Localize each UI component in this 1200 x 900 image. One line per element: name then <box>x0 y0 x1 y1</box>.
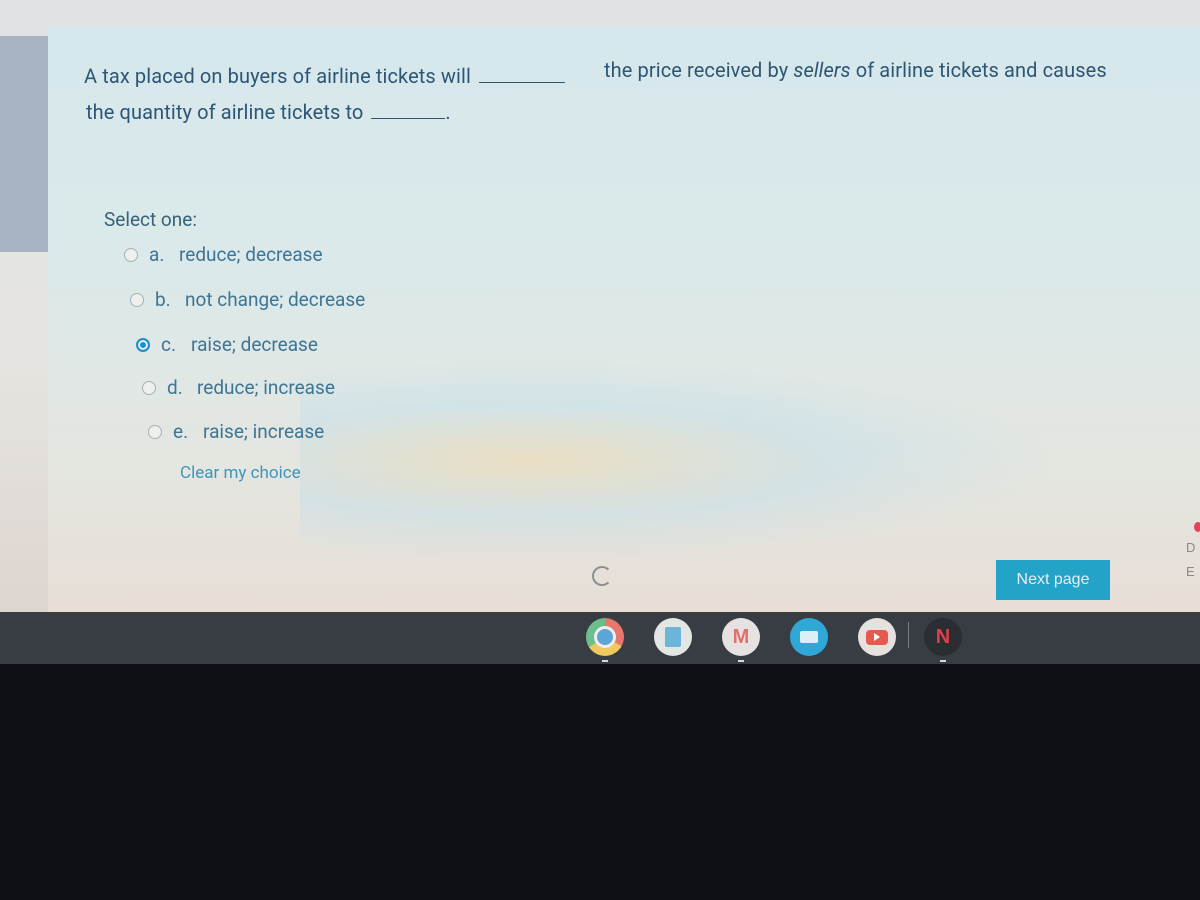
youtube-glyph <box>866 629 888 645</box>
chrome-icon[interactable] <box>586 618 624 656</box>
files-glyph <box>665 627 681 647</box>
option-a[interactable]: a. reduce; decrease <box>124 243 323 266</box>
question-text-line2: the quantity of airline tickets to <box>86 100 364 124</box>
shelf-divider <box>908 622 909 648</box>
option-c[interactable]: c. raise; decrease <box>136 333 318 356</box>
option-e[interactable]: e. raise; increase <box>148 420 324 443</box>
option-text: raise; increase <box>203 420 325 443</box>
netflix-icon[interactable]: N <box>924 618 962 656</box>
option-letter: d. <box>167 376 183 399</box>
gmail-icon[interactable]: M <box>722 618 760 656</box>
messages-icon[interactable] <box>790 618 828 656</box>
select-one-label: Select one: <box>104 208 197 231</box>
option-b[interactable]: b. not change; decrease <box>130 288 365 311</box>
loading-spinner-icon <box>592 566 612 586</box>
blank-1 <box>478 82 565 83</box>
option-text: reduce; increase <box>197 376 335 399</box>
question-emphasis: sellers <box>793 58 851 82</box>
radio-button[interactable] <box>130 292 144 307</box>
left-nav-block <box>0 36 48 252</box>
option-letter: b. <box>155 288 171 311</box>
chrome-center <box>594 626 616 648</box>
play-icon <box>874 633 880 641</box>
option-text: raise; decrease <box>191 333 318 356</box>
running-indicator <box>602 660 608 662</box>
option-text: not change; decrease <box>185 288 366 311</box>
youtube-icon[interactable] <box>858 618 896 656</box>
blank-2 <box>371 118 446 119</box>
edge-text-2: E <box>1186 564 1195 579</box>
question-period: . <box>445 100 451 124</box>
running-indicator <box>738 660 744 662</box>
edge-text-1: D <box>1186 540 1196 555</box>
next-page-button[interactable]: Next page <box>996 560 1110 600</box>
option-d[interactable]: d. reduce; increase <box>142 376 335 399</box>
clear-my-choice-link[interactable]: Clear my choice <box>180 463 301 483</box>
question-text-mid: the price received by <box>604 58 789 82</box>
question-line-1-continuation: the price received by sellers of airline… <box>604 58 1107 82</box>
question-text-start: A tax placed on buyers of airline ticket… <box>84 64 471 88</box>
radio-button-selected[interactable] <box>136 337 150 352</box>
question-line-2: the quantity of airline tickets to. <box>86 100 451 124</box>
option-letter: a. <box>149 243 165 266</box>
option-letter: e. <box>173 420 189 443</box>
files-icon[interactable] <box>654 618 692 656</box>
radio-button[interactable] <box>148 424 162 439</box>
question-line-1: A tax placed on buyers of airline ticket… <box>84 64 565 88</box>
option-text: reduce; decrease <box>179 243 323 266</box>
gmail-glyph: M <box>732 625 750 648</box>
laptop-bezel <box>0 664 1200 900</box>
radio-button[interactable] <box>124 247 138 262</box>
running-indicator <box>940 660 946 662</box>
notification-dot-icon <box>1194 522 1200 532</box>
radio-button[interactable] <box>142 380 156 395</box>
netflix-glyph: N <box>935 625 951 648</box>
messages-glyph <box>800 631 818 643</box>
option-letter: c. <box>161 333 176 356</box>
question-text-end: of airline tickets and causes <box>855 58 1107 82</box>
